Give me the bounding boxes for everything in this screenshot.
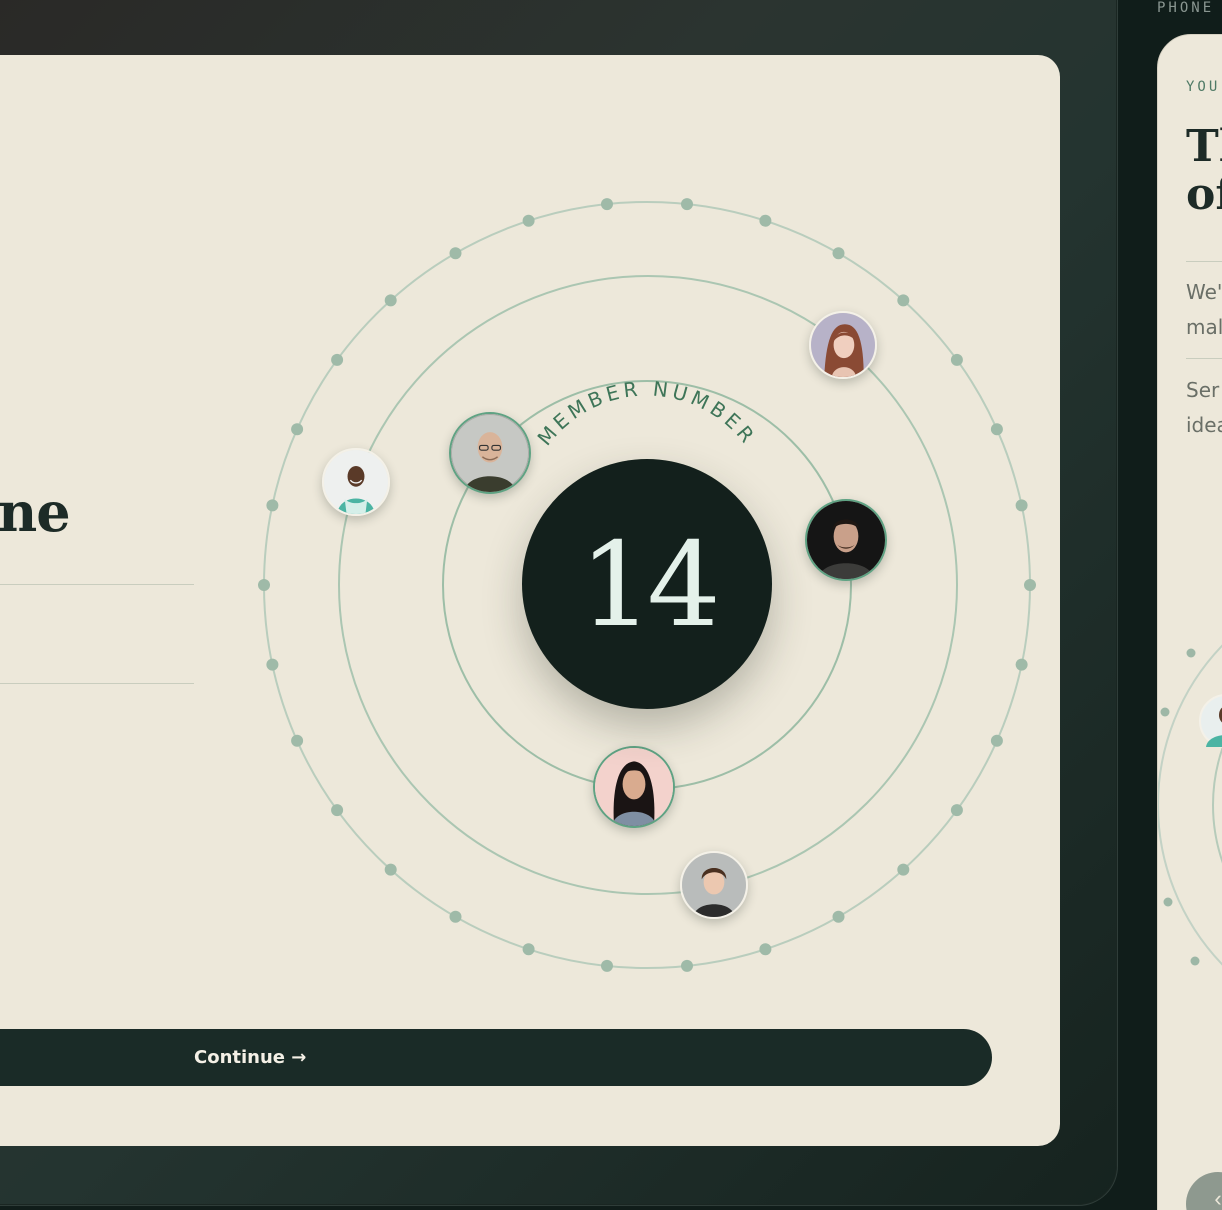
orbit-dot [1160, 707, 1170, 717]
member-label: MEMBER NUMBER [532, 376, 761, 450]
orbit-dot [950, 353, 963, 366]
orbit-dot [266, 658, 279, 671]
orbit-dot [1186, 648, 1196, 658]
stage: ne MEMBER NUMBER 14 Continue → PHONE YOU… [0, 0, 1222, 1210]
orbit-dot [990, 734, 1003, 747]
orbit-dot [522, 214, 535, 227]
orbit-dot [759, 943, 772, 956]
orbit-dot [832, 247, 845, 260]
orbit-dot [990, 423, 1003, 436]
orbit-dot [1190, 956, 1200, 966]
portrait-icon [811, 313, 875, 377]
orbit-dot [759, 214, 772, 227]
portrait-icon [807, 501, 885, 579]
avatar-woman-red-hair[interactable] [809, 311, 877, 379]
orbit-dot [681, 959, 693, 972]
avatar-woman-dark-hair[interactable] [593, 746, 675, 828]
portrait-icon [682, 853, 746, 917]
portrait-icon [451, 414, 529, 492]
orbit-dot [897, 294, 910, 307]
avatar-man-dark-hair[interactable] [805, 499, 887, 581]
orbit-dot [258, 579, 270, 591]
orbit-dot [897, 863, 910, 876]
orbit-dot [331, 353, 344, 366]
orbit-dot [950, 804, 963, 817]
orbit-dot [522, 943, 535, 956]
member-number-badge: 14 [522, 459, 772, 709]
avatar-man-teal-shirt[interactable] [322, 448, 390, 516]
orbit-dot [449, 247, 462, 260]
orbit-dot [601, 198, 613, 211]
orbit-dot [681, 198, 693, 211]
avatar-young-man[interactable] [680, 851, 748, 919]
orbit-dot [832, 910, 845, 923]
orbit-dot [449, 910, 462, 923]
phone-label: PHONE [1157, 0, 1215, 16]
orbit-dot [331, 804, 344, 817]
phone-frame: YOU Tl of We' mal Ser idea ‹ [1157, 34, 1222, 1210]
orbit-dot [1024, 579, 1036, 591]
orbit-dot [266, 499, 279, 512]
member-number: 14 [579, 518, 721, 653]
orbit-dot [1015, 658, 1028, 671]
orbit-dot [1015, 499, 1028, 512]
orbit-dot [384, 294, 397, 307]
orbit-dot [384, 863, 397, 876]
phone-inner-orbit [1212, 746, 1222, 864]
tablet-screen: ne MEMBER NUMBER 14 Continue → [0, 55, 1060, 1146]
orbit-dot [601, 959, 613, 972]
avatar-man-bald-glasses[interactable] [449, 412, 531, 494]
portrait-icon [595, 748, 673, 826]
portrait-icon [324, 450, 388, 514]
orbit-dot [291, 423, 304, 436]
orbit-dot [291, 734, 304, 747]
phone-orbit-diagram [1158, 644, 1222, 966]
orbit-dot [1163, 897, 1173, 907]
continue-button[interactable]: Continue → [0, 1029, 992, 1086]
